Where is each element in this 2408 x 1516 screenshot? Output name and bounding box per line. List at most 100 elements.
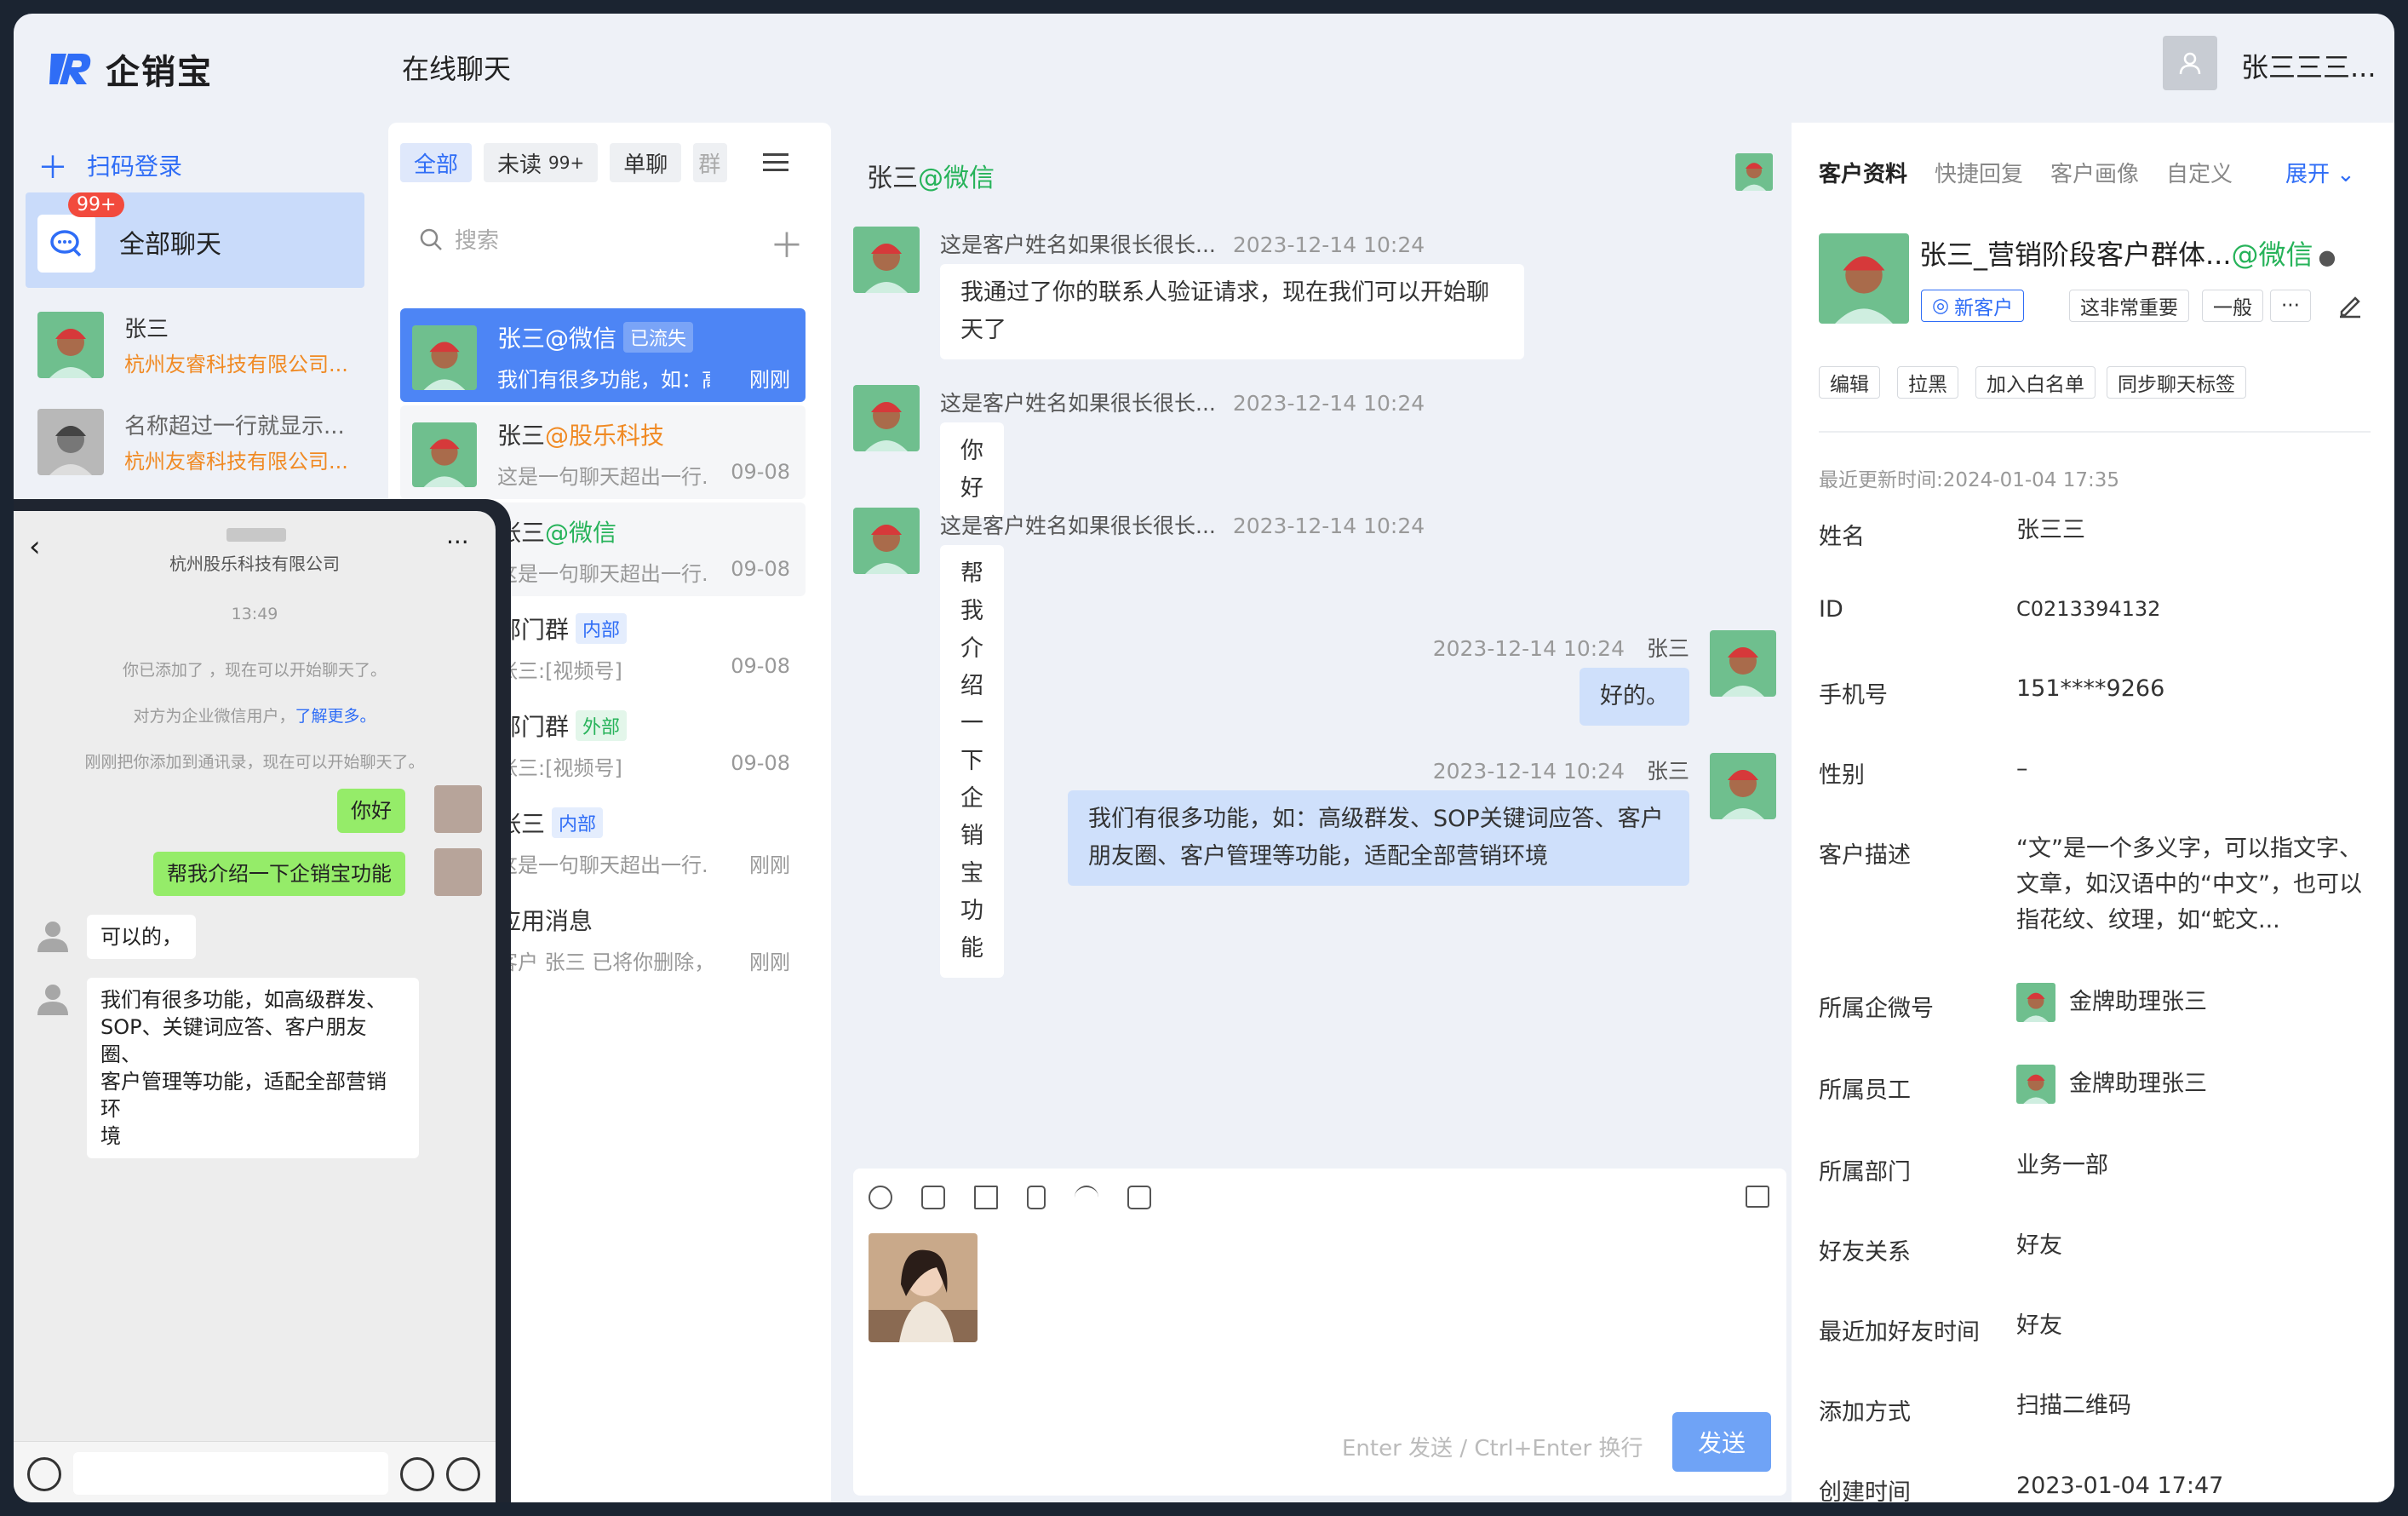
search-placeholder: 搜索 xyxy=(455,228,500,254)
field-label: 性别 xyxy=(1819,762,1865,789)
tag-important[interactable]: 这非常重要 xyxy=(2069,290,2189,322)
conversation-time: 刚刚 xyxy=(749,368,790,392)
tab-single[interactable]: 单聊 xyxy=(610,143,682,182)
attached-image-thumbnail[interactable] xyxy=(869,1233,978,1342)
tab-custom[interactable]: 自定义 xyxy=(2166,157,2233,188)
document-icon[interactable] xyxy=(1027,1186,1046,1209)
expand-button[interactable]: 展开 ⌄ xyxy=(2285,157,2355,188)
phone-screen: ‹ 杭州股乐科技有限公司 ··· 13:49 你已添加了 ，现在可以开始聊天了。… xyxy=(14,511,496,1502)
tag-normal[interactable]: 一般 xyxy=(2202,290,2263,322)
logo: 企销宝 xyxy=(48,44,213,94)
tag-new-customer[interactable]: ◎ 新客户 xyxy=(1921,290,2025,322)
whitelist-button[interactable]: 加入白名单 xyxy=(1975,366,2096,399)
system-message: 刚刚把你添加到通讯录，现在可以开始聊天了。 xyxy=(84,753,425,772)
avatar xyxy=(1710,630,1776,697)
sidebar-item-all-chats[interactable]: 99+ 全部聊天 xyxy=(26,192,364,288)
field-value: 151****9266 xyxy=(2016,675,2165,702)
block-button[interactable]: 拉黑 xyxy=(1897,366,1958,399)
person-icon xyxy=(2179,52,2201,75)
folder-icon[interactable] xyxy=(974,1186,998,1209)
chat-contact-name: 张三 xyxy=(867,164,918,193)
sync-tags-button[interactable]: 同步聊天标签 xyxy=(2107,366,2246,399)
system-message: 你已添加了 ，现在可以开始聊天了。 xyxy=(122,661,387,680)
conversation-source: @微信 xyxy=(545,324,617,353)
phone-message-bubble: 帮我介绍一下企销宝功能 xyxy=(153,852,405,896)
emoji-icon[interactable] xyxy=(869,1186,892,1209)
conversation-preview: 张三:[视频号] xyxy=(497,756,622,780)
all-chat-badge: 99+ xyxy=(68,192,125,217)
contact-name: 张三 xyxy=(124,317,169,342)
external-badge: 外部 xyxy=(576,710,628,741)
message-sender: 这是客户姓名如果很长很长... xyxy=(940,391,1216,416)
contact-name: 名称超过一行就显示... xyxy=(124,414,345,439)
phone-message-input[interactable] xyxy=(73,1452,388,1495)
conversation-name: 张三 xyxy=(497,422,546,450)
add-icon[interactable]: ＋ xyxy=(770,218,804,267)
screenshot-icon[interactable] xyxy=(1127,1186,1151,1209)
conversation-time: 刚刚 xyxy=(749,853,790,877)
chat-header-avatar[interactable] xyxy=(1735,153,1773,191)
avatar xyxy=(853,508,920,574)
scan-login-button[interactable]: ＋ 扫码登录 xyxy=(37,143,182,187)
top-bar: 企销宝 在线聊天 张三三三... xyxy=(14,14,2394,123)
menu-icon[interactable] xyxy=(763,152,788,177)
conversation-item[interactable]: 张三@微信已流失 我们有很多功能，如：高... 刚刚 xyxy=(400,308,806,402)
phone-input-bar xyxy=(14,1441,496,1502)
learn-more-link[interactable]: 了解更多。 xyxy=(295,707,376,726)
customer-tabs: 客户资料 快捷回复 客户画像 自定义 xyxy=(1819,157,2260,188)
conversation-preview: 这是一句聊天超出一行... xyxy=(497,853,710,877)
more-tags-button[interactable]: ··· xyxy=(2270,290,2311,322)
message-bubble: 你好 xyxy=(940,422,1004,518)
sidebar-contact[interactable]: 名称超过一行就显示... 杭州友睿科技有限公司... xyxy=(37,400,361,485)
phone-preview: ‹ 杭州股乐科技有限公司 ··· 13:49 你已添加了 ，现在可以开始聊天了。… xyxy=(14,499,511,1502)
logo-text: 企销宝 xyxy=(106,53,213,92)
avatar xyxy=(412,422,477,487)
user-avatar[interactable] xyxy=(2163,36,2217,90)
panel-toggle-icon[interactable] xyxy=(1746,1186,1769,1208)
tab-customer-profile[interactable]: 客户资料 xyxy=(1819,157,1907,188)
phone-message-bubble: 我们有很多功能，如高级群发、 SOP、关键词应答、客户朋友圈、 客户管理等功能，… xyxy=(87,978,419,1158)
conversation-name: 张三 xyxy=(497,324,546,353)
plus-icon[interactable] xyxy=(446,1457,480,1491)
field-value: 金牌助理张三 xyxy=(2069,989,2207,1015)
voice-icon[interactable] xyxy=(27,1457,61,1491)
avatar xyxy=(37,409,104,475)
edit-icon[interactable] xyxy=(2336,291,2364,322)
field-value: 扫描二维码 xyxy=(2016,1393,2131,1419)
field-label: 最近加好友时间 xyxy=(1819,1319,1980,1346)
tab-unread[interactable]: 未读 99+ xyxy=(484,143,599,182)
tab-quick-reply[interactable]: 快捷回复 xyxy=(1935,157,2023,188)
avatar xyxy=(37,312,104,378)
user-name[interactable]: 张三三三... xyxy=(2241,46,2376,85)
field-value: 好友 xyxy=(2016,1312,2062,1339)
chat-bubble-icon xyxy=(37,215,95,273)
sidebar-contact[interactable]: 张三 杭州友睿科技有限公司... xyxy=(37,303,361,388)
tab-customer-persona[interactable]: 客户画像 xyxy=(2050,157,2139,188)
field-label: 姓名 xyxy=(1819,524,1865,550)
contact-company: 杭州友睿科技有限公司... xyxy=(124,450,348,474)
message-time: 2023-12-14 10:24 xyxy=(1432,636,1625,661)
conversation-preview: 客户 张三 已将你删除，... xyxy=(497,950,710,974)
tab-group[interactable]: 群 xyxy=(693,143,728,182)
phone-time: 13:49 xyxy=(231,605,278,623)
message-composer[interactable]: Enter 发送 / Ctrl+Enter 换行 发送 xyxy=(853,1169,1786,1496)
message-sender: 这是客户姓名如果很长很长... xyxy=(940,514,1216,538)
field-label: 创建时间 xyxy=(1819,1479,1911,1502)
tab-all[interactable]: 全部 xyxy=(400,143,473,182)
conversation-source: @微信 xyxy=(545,519,617,547)
field-label: 所属员工 xyxy=(1819,1077,1911,1104)
page-title: 在线聊天 xyxy=(402,53,512,85)
edit-button[interactable]: 编辑 xyxy=(1819,366,1880,399)
compass-icon[interactable] xyxy=(1075,1186,1098,1209)
emoji-icon[interactable] xyxy=(400,1457,434,1491)
conversation-preview: 我们有很多功能，如：高... xyxy=(497,368,710,392)
message-bubble: 帮我介绍一下企销宝功能 xyxy=(940,545,1004,978)
image-icon[interactable] xyxy=(921,1186,945,1209)
more-icon[interactable]: ··· xyxy=(446,528,469,556)
person-icon xyxy=(34,916,72,954)
send-button[interactable]: 发送 xyxy=(1672,1412,1771,1472)
chevron-down-icon: ⌄ xyxy=(2336,162,2355,187)
search-input[interactable]: 搜索 xyxy=(419,223,499,255)
conversation-preview: 这是一句聊天超出一行... xyxy=(497,562,710,586)
conversation-item[interactable]: 张三 @股乐科技 这是一句聊天超出一行... 09-08 xyxy=(400,405,806,499)
